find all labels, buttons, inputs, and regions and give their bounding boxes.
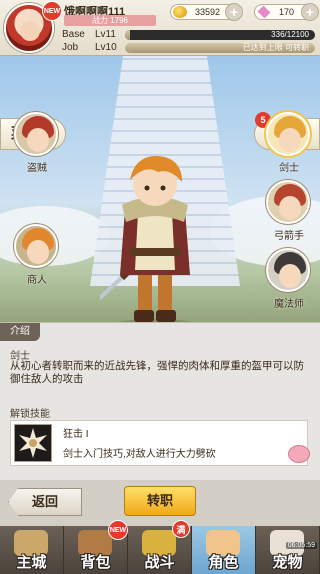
- archer-label: 弓箭手: [274, 231, 304, 242]
- job-description: 从初心者转职而来的近战先锋，强悍的肉体和厚重的盔甲可以防御住敌人的攻击: [10, 360, 304, 385]
- job-mage[interactable]: 魔法师: [266, 248, 312, 310]
- gold-amount: 33592: [195, 7, 221, 17]
- add-gem-button[interactable]: +: [301, 3, 319, 21]
- mage-portrait: [266, 248, 310, 292]
- mage-face: [279, 264, 301, 288]
- job-exp-text: 已达到上限 可转职: [242, 43, 309, 52]
- skill-burst-icon: [19, 428, 47, 458]
- back-button[interactable]: 返回: [8, 488, 82, 516]
- swordsman-portrait: [266, 112, 310, 156]
- base-exp-text: 336/12100: [271, 30, 309, 39]
- archer-portrait: [266, 180, 310, 224]
- intro-tab[interactable]: 介绍: [0, 323, 40, 341]
- pet-timer: 06:05:59: [285, 542, 317, 549]
- swordsman-face: [279, 128, 301, 152]
- avatar-face: [20, 21, 40, 41]
- job-archer[interactable]: 弓箭手: [266, 180, 312, 242]
- base-exp-fill: [125, 30, 131, 40]
- merchant-portrait: [14, 224, 58, 268]
- add-gold-button[interactable]: +: [225, 3, 243, 21]
- gem-icon: [257, 5, 271, 19]
- base-label: Base: [62, 29, 85, 40]
- job-merchant[interactable]: 商人: [14, 224, 60, 286]
- gem-counter: 170 +: [254, 3, 319, 21]
- job-change-button[interactable]: 转职: [124, 486, 196, 516]
- thief-face: [27, 128, 49, 152]
- unlock-skill-title: 解锁技能: [10, 409, 50, 420]
- job-scene: 菜单 任务 5 盗贼 商人 剑士 弓箭手: [0, 56, 320, 322]
- skill-description: 剑士入门技巧,对敌人进行大力劈砍: [63, 449, 216, 460]
- nav-pet[interactable]: 06:05:59 宠物: [256, 526, 320, 574]
- thief-label: 盗贼: [27, 163, 47, 174]
- job-level: Lv10: [95, 42, 117, 53]
- job-thief[interactable]: 盗贼: [14, 112, 60, 174]
- avatar-new-badge: NEW: [42, 1, 62, 21]
- player-avatar[interactable]: NEW: [4, 1, 62, 53]
- base-exp-bar: 336/12100: [125, 30, 315, 40]
- mage-label: 魔法师: [274, 299, 304, 310]
- gold-counter: 33592 +: [170, 3, 243, 21]
- thief-portrait: [14, 112, 58, 156]
- job-info-panel: 介绍 剑士 从初心者转职而来的近战先锋，强悍的肉体和厚重的盔甲可以防御住敌人的攻…: [0, 322, 320, 480]
- nav-character-label: 角色: [208, 554, 239, 571]
- nav-pet-label: 宠物: [272, 554, 303, 571]
- nav-bag-label: 背包: [80, 554, 111, 571]
- player-power: 战力 1796: [64, 15, 156, 26]
- gold-coin-icon: [173, 6, 187, 18]
- swordsman-label: 剑士: [279, 163, 299, 174]
- job-swordsman[interactable]: 剑士: [266, 112, 312, 174]
- job-label: Job: [62, 42, 79, 53]
- skill-name: 狂击 I: [63, 429, 89, 440]
- action-row: 返回 转职: [0, 480, 320, 526]
- nav-main-city[interactable]: 主城: [0, 526, 64, 574]
- nav-character[interactable]: 角色: [192, 526, 256, 574]
- base-level: Lv11: [95, 29, 116, 40]
- nav-battle-label: 战斗: [144, 554, 175, 571]
- skill-bash-icon: [14, 424, 52, 462]
- bottom-navigation: 主城 NEW 背包 满 战斗 角色 06:05:59 宠物: [0, 520, 320, 574]
- nav-bag[interactable]: NEW 背包: [64, 520, 128, 574]
- bag-new-badge: NEW: [108, 520, 128, 540]
- nav-battle[interactable]: 满 战斗: [128, 520, 192, 574]
- merchant-face: [27, 240, 49, 264]
- swordsman-hero-character: [100, 155, 192, 322]
- battle-full-badge: 满: [172, 520, 190, 538]
- gem-amount: 170: [279, 7, 295, 17]
- top-status-bar: NEW 饿啊啊啊111 战力 1796 Base Lv11 336/12100 …: [0, 0, 320, 56]
- skill-card[interactable]: 狂击 I 剑士入门技巧,对敌人进行大力劈砍: [10, 420, 308, 466]
- job-exp-bar: 已达到上限 可转职: [125, 43, 315, 53]
- nav-main-city-label: 主城: [16, 554, 47, 571]
- archer-face: [279, 196, 301, 220]
- merchant-label: 商人: [27, 275, 47, 286]
- pig-icon[interactable]: [288, 445, 310, 463]
